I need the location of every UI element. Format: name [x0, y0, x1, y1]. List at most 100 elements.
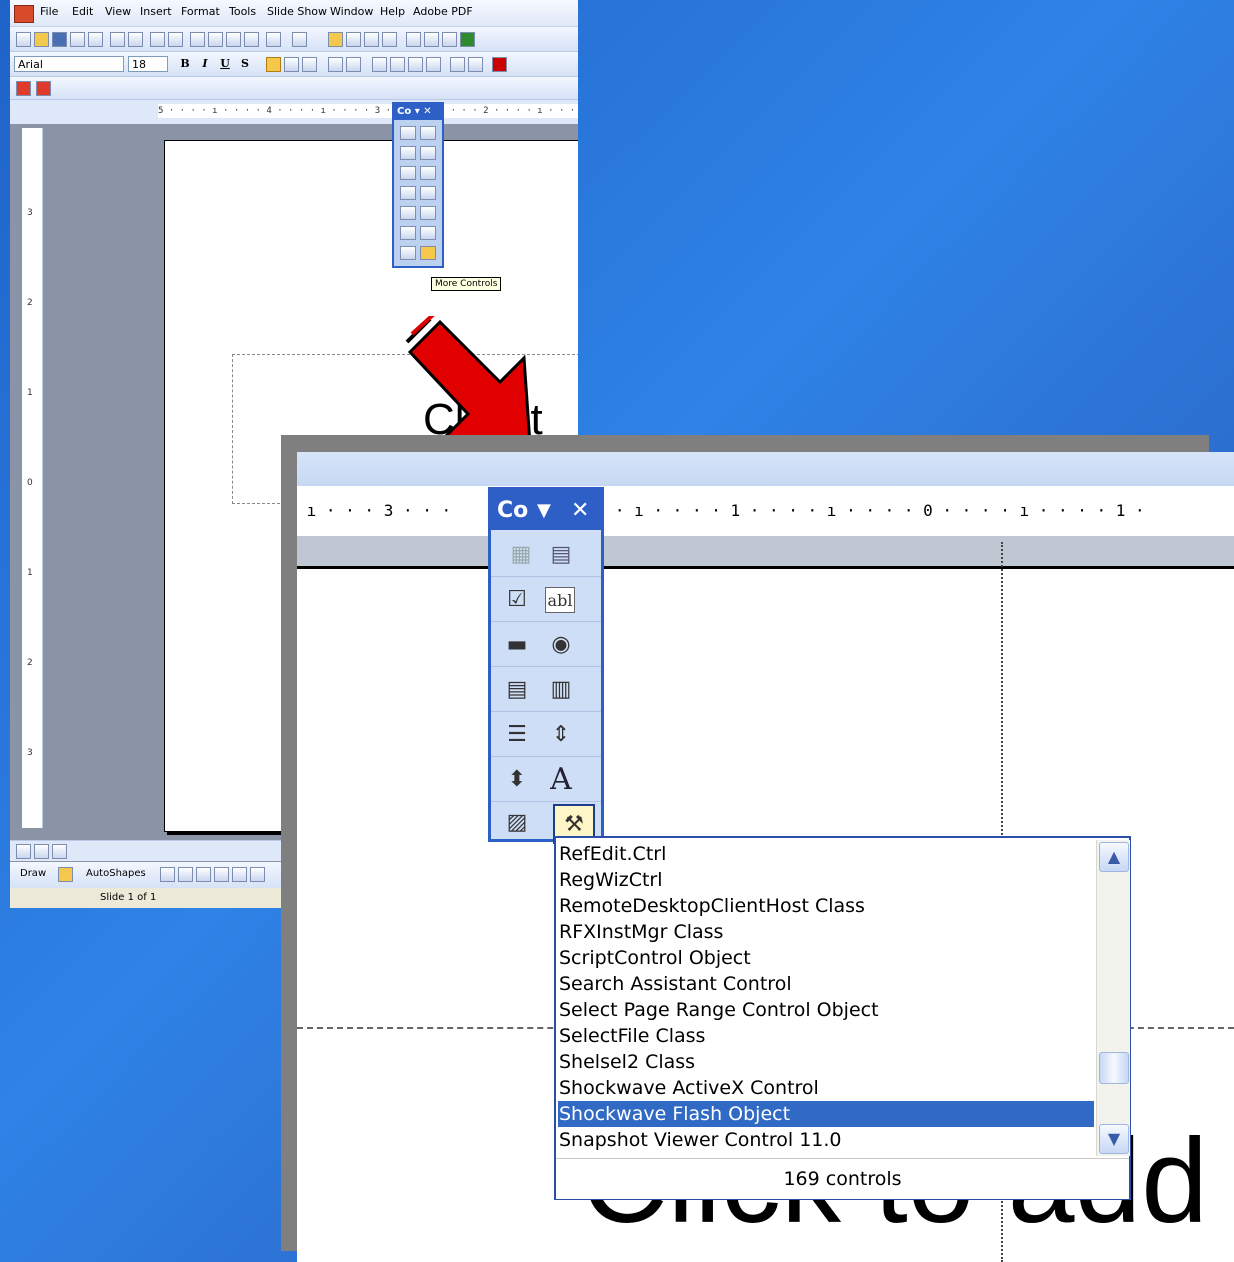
option-button-icon[interactable]: ◉: [545, 628, 577, 660]
option-button-icon[interactable]: [420, 166, 436, 180]
checkbox-control-icon[interactable]: ☑: [501, 583, 533, 615]
normal-view-icon[interactable]: [16, 844, 31, 859]
list-item[interactable]: Snapshot Viewer Control 11.0: [558, 1127, 1094, 1153]
list-item-selected[interactable]: Shockwave Flash Object: [558, 1101, 1094, 1127]
spin-button-icon[interactable]: ⇕: [545, 718, 577, 750]
more-controls-icon[interactable]: [420, 246, 436, 260]
close-icon[interactable]: ✕: [571, 490, 589, 532]
menu-view[interactable]: View: [105, 5, 131, 18]
insert-chart-icon[interactable]: [328, 32, 343, 47]
select-objects-icon[interactable]: [58, 867, 73, 882]
spin-button-icon[interactable]: [420, 206, 436, 220]
list-item[interactable]: RefEdit.Ctrl: [558, 841, 1094, 867]
increase-indent-icon[interactable]: [468, 57, 483, 72]
listbox-control-icon[interactable]: ▤: [501, 673, 533, 705]
list-item[interactable]: Search Assistant Control: [558, 971, 1094, 997]
convert-to-pdf-icon[interactable]: [16, 81, 31, 96]
menu-tools[interactable]: Tools: [229, 5, 256, 18]
decrease-indent-icon[interactable]: [450, 57, 465, 72]
save-icon[interactable]: [52, 32, 67, 47]
convert-and-email-icon[interactable]: [36, 81, 51, 96]
underline-button[interactable]: U: [216, 56, 234, 72]
textbox-control-icon[interactable]: abl: [545, 587, 575, 613]
list-item[interactable]: Select Page Range Control Object: [558, 997, 1094, 1023]
wordart-icon[interactable]: [250, 867, 265, 882]
command-button-icon[interactable]: [400, 166, 416, 180]
menu-format[interactable]: Format: [181, 5, 220, 18]
control-toolbox-small[interactable]: Co ▾ ✕: [392, 102, 444, 268]
italic-button[interactable]: I: [196, 56, 214, 72]
scroll-up-icon[interactable]: ▲: [1099, 842, 1129, 872]
promote-icon[interactable]: [408, 57, 423, 72]
control-toolbox-titlebar[interactable]: Co ▼ ✕: [491, 490, 601, 530]
list-item[interactable]: RFXInstMgr Class: [558, 919, 1094, 945]
autoshapes-menu[interactable]: AutoShapes: [86, 868, 146, 879]
demote-icon[interactable]: [426, 57, 441, 72]
scrollbar-control-icon[interactable]: [400, 226, 416, 240]
font-name-field[interactable]: Arial: [14, 56, 124, 72]
toggle-button-icon[interactable]: ☰: [501, 718, 533, 750]
image-control-icon[interactable]: ▨: [501, 806, 533, 838]
list-item[interactable]: SelectFile Class: [558, 1023, 1094, 1049]
insert-table-icon[interactable]: [346, 32, 361, 47]
align-right-icon[interactable]: [302, 57, 317, 72]
rectangle-icon[interactable]: [196, 867, 211, 882]
list-item[interactable]: Shelsel2 Class: [558, 1049, 1094, 1075]
scroll-thumb[interactable]: [1099, 1052, 1129, 1084]
grid-icon[interactable]: [442, 32, 457, 47]
control-toolbox-title[interactable]: Co ▾ ✕: [394, 104, 442, 120]
cut-icon[interactable]: [190, 32, 205, 47]
scrollbar-control-icon[interactable]: ⬍: [501, 763, 533, 795]
new-icon[interactable]: [16, 32, 31, 47]
redo-icon[interactable]: [292, 32, 307, 47]
shadow-button[interactable]: S: [236, 56, 254, 72]
list-scrollbar[interactable]: ▲ ▼: [1096, 840, 1130, 1156]
print-icon[interactable]: [110, 32, 125, 47]
powerpoint-app-icon[interactable]: [14, 5, 34, 23]
bold-button[interactable]: B: [176, 56, 194, 72]
oval-icon[interactable]: [214, 867, 229, 882]
properties-icon[interactable]: [400, 126, 416, 140]
tables-borders-icon[interactable]: [364, 32, 379, 47]
list-item[interactable]: RemoteDesktopClientHost Class: [558, 893, 1094, 919]
control-toolbox[interactable]: Co ▼ ✕ ▦ ▤ ☑ abl ▬ ◉ ▤ ▥ ☰ ⇕ ⬍ A ▨ ⚒: [488, 487, 604, 844]
toggle-button-icon[interactable]: [400, 206, 416, 220]
print-preview-icon[interactable]: [128, 32, 143, 47]
increase-font-icon[interactable]: [372, 57, 387, 72]
textbox-control-icon[interactable]: [420, 146, 436, 160]
slide-sorter-icon[interactable]: [34, 844, 49, 859]
label-control-icon[interactable]: A: [545, 762, 577, 797]
combobox-control-icon[interactable]: ▥: [545, 673, 577, 705]
format-painter-icon[interactable]: [244, 32, 259, 47]
copy-icon[interactable]: [208, 32, 223, 47]
open-icon[interactable]: [34, 32, 49, 47]
menu-help[interactable]: Help: [380, 5, 405, 18]
research-icon[interactable]: [168, 32, 183, 47]
draw-menu[interactable]: Draw: [20, 868, 46, 879]
show-formatting-icon[interactable]: [424, 32, 439, 47]
line-icon[interactable]: [160, 867, 175, 882]
bullets-icon[interactable]: [346, 57, 361, 72]
scroll-down-icon[interactable]: ▼: [1099, 1124, 1129, 1154]
spelling-icon[interactable]: [150, 32, 165, 47]
text-box-icon[interactable]: [232, 867, 247, 882]
slide-show-icon[interactable]: [52, 844, 67, 859]
label-control-icon[interactable]: [420, 226, 436, 240]
view-code-icon[interactable]: [420, 126, 436, 140]
listbox-control-icon[interactable]: [400, 186, 416, 200]
list-item[interactable]: ScriptControl Object: [558, 945, 1094, 971]
more-controls-list[interactable]: RefEdit.Ctrl RegWizCtrl RemoteDesktopCli…: [554, 836, 1131, 1200]
color-grayscale-icon[interactable]: [460, 32, 475, 47]
command-button-icon[interactable]: ▬: [501, 628, 533, 660]
view-code-icon[interactable]: ▤: [545, 538, 577, 570]
properties-icon[interactable]: ▦: [505, 538, 537, 570]
list-item[interactable]: Shockwave ActiveX Control: [558, 1075, 1094, 1101]
image-control-icon[interactable]: [400, 246, 416, 260]
paste-icon[interactable]: [226, 32, 241, 47]
numbering-icon[interactable]: [328, 57, 343, 72]
menu-insert[interactable]: Insert: [140, 5, 172, 18]
menu-slide-show[interactable]: Slide Show: [267, 5, 327, 18]
align-left-icon[interactable]: [266, 57, 281, 72]
menu-adobe-pdf[interactable]: Adobe PDF: [413, 5, 473, 18]
checkbox-control-icon[interactable]: [400, 146, 416, 160]
